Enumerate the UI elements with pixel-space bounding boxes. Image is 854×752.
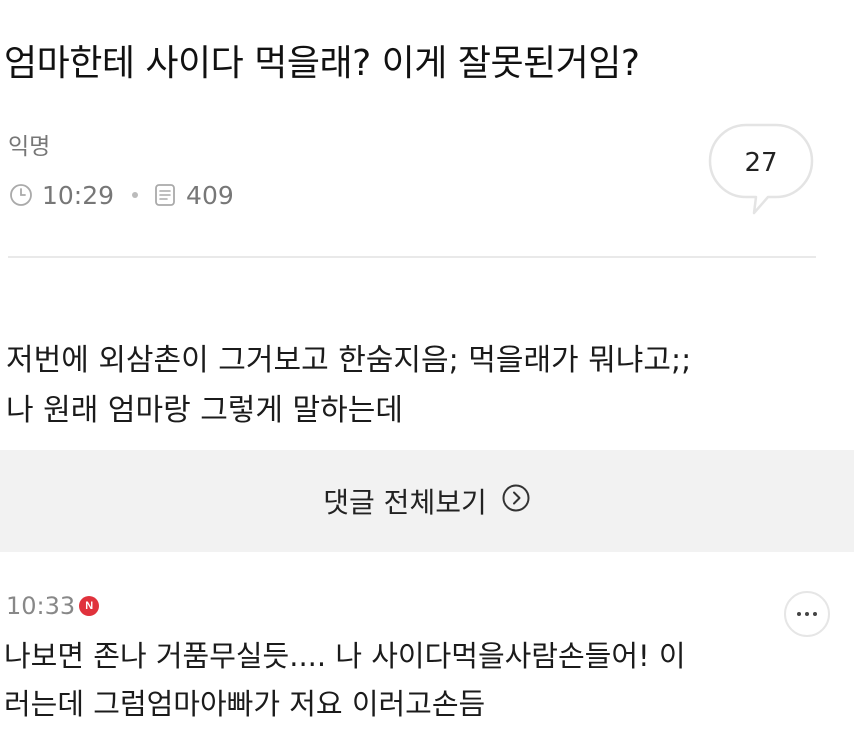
view-all-comments-label: 댓글 전체보기: [323, 486, 487, 519]
comment-body-line: 러는데 그럼엄마아빠가 저요 이러고손듬: [4, 687, 486, 721]
post-author: 익명: [8, 134, 51, 160]
document-icon: [152, 182, 178, 208]
meta-separator: [132, 192, 139, 198]
view-all-comments-button[interactable]: 댓글 전체보기: [0, 450, 854, 552]
comment-count-bubble[interactable]: 27: [706, 123, 816, 217]
comment-meta: 10:33 N: [6, 591, 100, 621]
comment-body-line: 나보면 존나 거품무실듯.... 나 사이다먹을사람손들어! 이: [4, 639, 686, 673]
comment-time: 10:33: [6, 592, 76, 620]
comment-body: 나보면 존나 거품무실듯.... 나 사이다먹을사람손들어! 이 러는데 그럼엄…: [4, 632, 844, 728]
post-body-line: 저번에 외삼촌이 그거보고 한숨지음; 먹을래가 뭐냐고;;: [6, 343, 692, 378]
post-page: 엄마한테 사이다 먹을래? 이게 잘못된거임? 익명 10:29 409 27 …: [0, 0, 854, 752]
comment-more-button[interactable]: [784, 591, 830, 637]
clock-icon: [8, 182, 34, 208]
post-body: 저번에 외삼촌이 그거보고 한숨지음; 먹을래가 뭐냐고;; 나 원래 엄마랑 …: [6, 336, 846, 436]
comment-count: 27: [744, 148, 778, 178]
circle-chevron-right-icon: [501, 483, 531, 520]
post-time: 10:29: [42, 180, 115, 210]
post-title: 엄마한테 사이다 먹을래? 이게 잘못된거임?: [4, 43, 640, 84]
new-badge: N: [79, 596, 100, 616]
post-body-line: 나 원래 엄마랑 그렇게 말하는데: [6, 393, 403, 428]
header-divider: [8, 256, 816, 258]
post-views: 409: [186, 180, 234, 210]
post-meta: 10:29 409: [8, 178, 234, 212]
more-dots-icon: [797, 612, 817, 616]
